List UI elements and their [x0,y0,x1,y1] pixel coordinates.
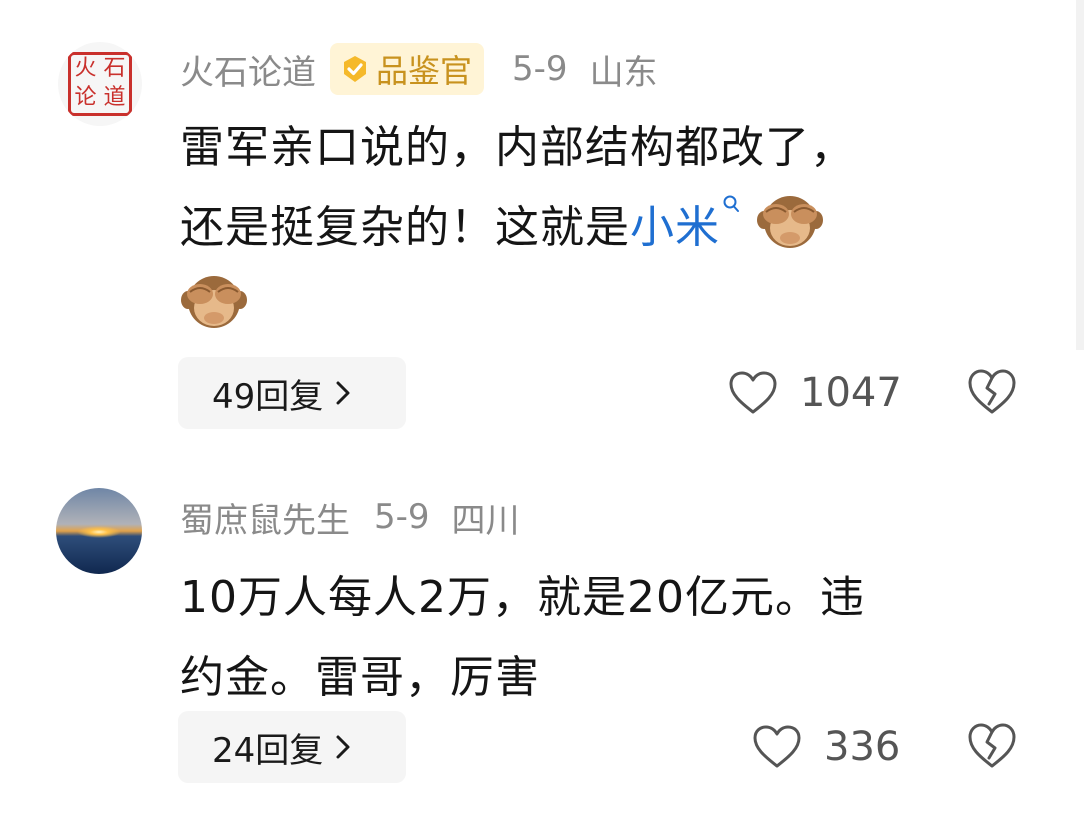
comment-date: 5-9 [512,49,568,89]
badge-label: 品鉴官 [376,52,473,90]
seal-char: 火 [74,56,97,81]
badge-check-icon [344,56,366,82]
comment-text-line: 还是挺复杂的！这就是小米 [180,188,1000,268]
chevron-right-icon [336,381,350,405]
comment-text-fragment: 还是挺复杂的！这就是 [180,202,630,253]
broken-heart-icon[interactable] [966,366,1018,418]
replies-label: 24回复 [212,730,324,771]
replies-button[interactable]: 24回复 [178,711,406,783]
seal-logo: 火 石 论 道 [68,52,132,116]
comment-text: 10万人每人2万，就是20亿元。违 约金。雷哥，厉害 [180,558,1000,718]
topic-link-label: 小米 [630,202,720,253]
comment-location: 山东 [589,52,658,93]
comment-item: 火 石 论 道 火石论道 品鉴官 5-9 山东 雷军亲口说的，内部结构都改了， … [0,0,1084,440]
like-count: 1047 [800,370,902,416]
seal-char: 论 [74,85,97,110]
chevron-right-icon [336,735,350,759]
seal-char: 石 [103,56,126,81]
comment-item: 蜀庶鼠先生 5-9 四川 10万人每人2万，就是20亿元。违 约金。雷哥，厉害 … [0,440,1084,840]
comment-location: 四川 [451,500,520,541]
replies-label: 49回复 [212,376,324,417]
like-count: 336 [824,724,901,770]
comment-text-line: 雷军亲口说的，内部结构都改了， [180,122,855,173]
replies-button[interactable]: 49回复 [178,357,406,429]
broken-heart-icon[interactable] [966,720,1018,772]
comment-text-line [180,268,1000,348]
expert-badge[interactable]: 品鉴官 [330,43,485,95]
avatar[interactable]: 火 石 论 道 [58,42,142,126]
comment-date: 5-9 [374,497,430,537]
comment-header: 火石论道 品鉴官 5-9 山东 [180,42,658,96]
seal-char: 道 [103,85,126,110]
comment-text: 雷军亲口说的，内部结构都改了， 还是挺复杂的！这就是小米 [180,108,1000,348]
comment-text-line: 10万人每人2万，就是20亿元。违 [180,572,865,623]
username[interactable]: 蜀庶鼠先生 [180,493,350,542]
comment-header: 蜀庶鼠先生 5-9 四川 [180,492,520,542]
comment-text-line: 约金。雷哥，厉害 [180,652,540,703]
like-button[interactable]: 336 [752,716,900,778]
topic-link[interactable]: 小米 [630,195,740,253]
see-no-evil-monkey-icon [757,196,823,248]
heart-outline-icon [753,725,801,768]
like-button[interactable]: 1047 [728,362,902,424]
search-icon [723,195,739,212]
username[interactable]: 火石论道 [180,45,316,94]
heart-outline-icon [729,371,777,414]
see-no-evil-monkey-icon [181,276,247,328]
avatar[interactable] [56,488,142,574]
sunset-image [56,488,142,574]
